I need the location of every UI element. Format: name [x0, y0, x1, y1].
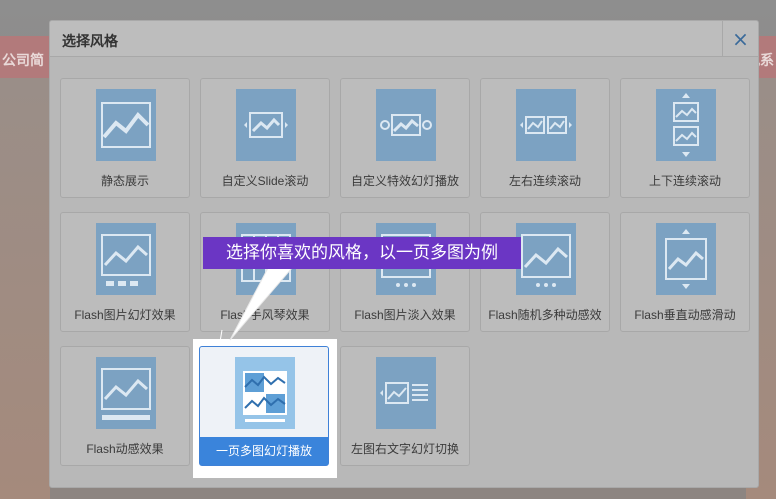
tutorial-callout: 选择你喜欢的风格，以一页多图为例	[203, 237, 521, 269]
